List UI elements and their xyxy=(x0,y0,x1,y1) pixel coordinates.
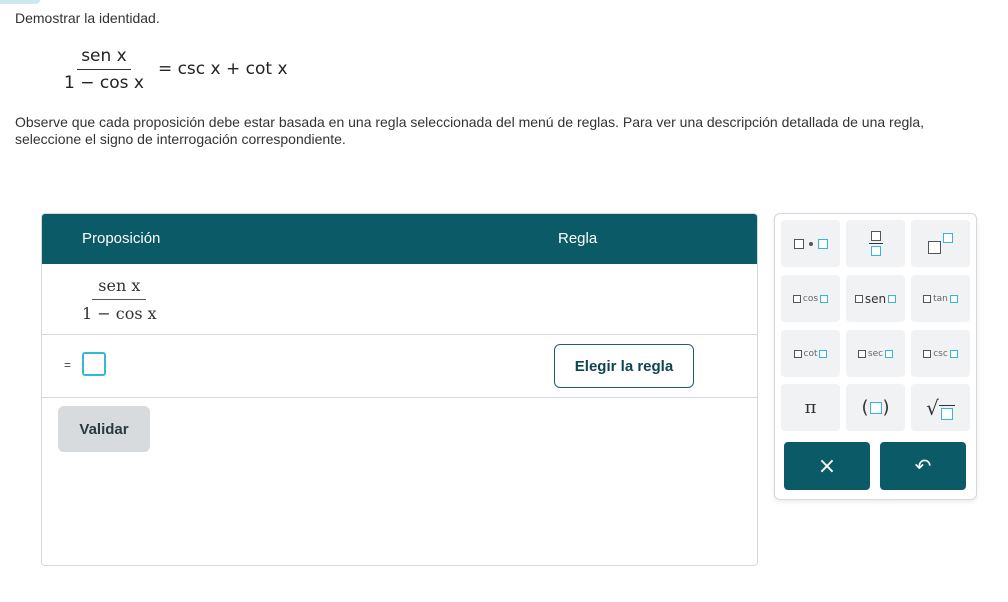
top-accent-bar xyxy=(0,0,40,4)
choose-rule-button[interactable]: Elegir la regla xyxy=(554,344,694,388)
clear-button[interactable]: × xyxy=(784,442,870,490)
initial-statement-fraction: sen x 1 − cos x xyxy=(80,276,159,323)
identity-numerator: sen x xyxy=(77,46,131,70)
right-box-icon xyxy=(817,238,828,249)
identity-denominator: 1 − cos x xyxy=(64,72,144,93)
cot-label: cot xyxy=(803,348,818,359)
cot-key[interactable]: cot xyxy=(781,330,840,377)
cos-key[interactable]: cos xyxy=(781,275,840,322)
sqrt-icon: √ xyxy=(926,396,955,420)
exponent-icon xyxy=(928,233,953,254)
multiply-dot-key[interactable] xyxy=(781,220,840,267)
initial-numerator: sen x xyxy=(92,276,147,300)
proof-row-initial: sen x 1 − cos x xyxy=(42,264,757,335)
pi-label: π xyxy=(804,397,817,418)
cos-label: cos xyxy=(802,293,819,304)
exponent-key[interactable] xyxy=(911,220,970,267)
header-proposition: Proposición xyxy=(82,230,161,247)
pi-key[interactable]: π xyxy=(781,384,840,431)
sec-label: sec xyxy=(867,348,884,359)
undo-button[interactable]: ↶ xyxy=(880,442,966,490)
sec-key[interactable]: sec xyxy=(846,330,905,377)
identity-rhs: = csc x + cot x xyxy=(157,59,288,79)
tan-label: tan xyxy=(933,293,948,304)
parentheses-icon: () xyxy=(861,397,890,418)
math-keypad: cos sen tan cot sec csc π () √ × ↶ xyxy=(774,213,977,500)
identity-lhs-fraction: sen x 1 − cos x xyxy=(60,46,148,93)
fraction-icon xyxy=(868,230,883,257)
proof-row-step: = Elegir la regla xyxy=(42,335,757,398)
tan-key[interactable]: tan xyxy=(911,275,970,322)
dot-icon xyxy=(808,241,813,246)
fraction-key[interactable] xyxy=(846,220,905,267)
proof-table-header: Proposición Regla xyxy=(42,214,757,264)
instructions-text: Observe que cada proposición debe estar … xyxy=(15,114,925,147)
identity-equation: sen x 1 − cos x = csc x + cot x xyxy=(60,44,288,94)
csc-key[interactable]: csc xyxy=(911,330,970,377)
csc-label: csc xyxy=(933,348,948,359)
undo-icon: ↶ xyxy=(914,454,932,478)
initial-denominator: 1 − cos x xyxy=(82,304,157,323)
sen-key[interactable]: sen xyxy=(846,275,905,322)
left-box-icon xyxy=(793,238,804,249)
sqrt-key[interactable]: √ xyxy=(911,384,970,431)
validate-button[interactable]: Validar xyxy=(58,406,150,452)
header-rule: Regla xyxy=(558,230,598,247)
statement-input[interactable] xyxy=(82,352,106,376)
proof-table: Proposición Regla sen x 1 − cos x = Eleg… xyxy=(41,213,758,566)
equals-sign: = xyxy=(64,358,72,372)
sen-label: sen xyxy=(864,291,887,306)
prompt-text: Demostrar la identidad. xyxy=(15,10,160,26)
close-icon: × xyxy=(817,453,837,479)
parentheses-key[interactable]: () xyxy=(846,384,905,431)
